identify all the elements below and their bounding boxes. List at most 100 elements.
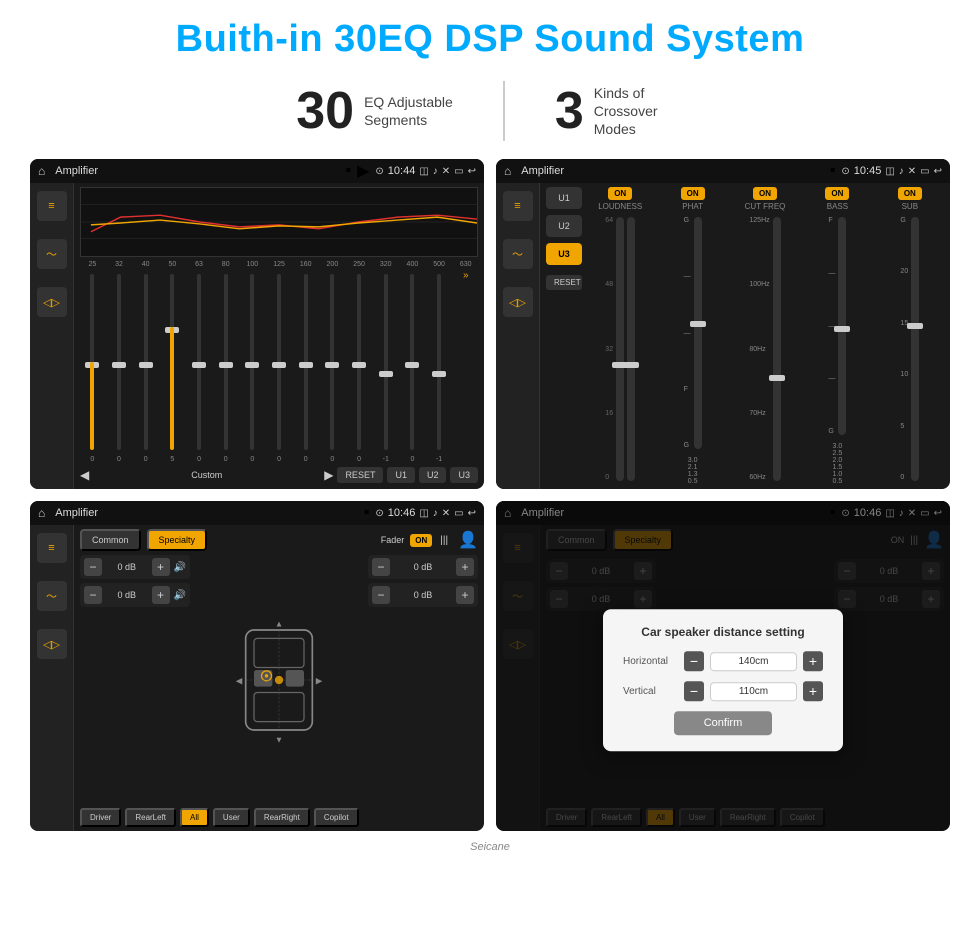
eq-freq-labels: 25 32 40 50 63 80 100 125 160 200 250 32… (80, 261, 478, 268)
eq-slider-col[interactable]: 0 (133, 270, 158, 463)
phat-slider[interactable] (694, 217, 702, 449)
fader-toggle[interactable]: ON (410, 534, 432, 547)
sub-slider[interactable] (911, 217, 919, 481)
close-icon-3: ✕ (442, 508, 450, 519)
eq-slider-col[interactable]: 0 (347, 270, 372, 463)
bass-toggle[interactable]: ON (825, 187, 849, 200)
vol-icon[interactable]: ◁▷ (37, 287, 67, 317)
screen1-title: Amplifier (55, 165, 339, 177)
record-icon: ▪ (345, 162, 351, 180)
home-icon[interactable]: ⌂ (38, 164, 45, 178)
eq-slider-col[interactable]: 5 (160, 270, 185, 463)
eq-icon[interactable]: ≡ (37, 191, 67, 221)
rear-right-btn[interactable]: RearRight (254, 808, 310, 827)
eq-icon-3[interactable]: ≡ (37, 533, 67, 563)
freq-label: 25 (80, 261, 105, 268)
vertical-row: Vertical − 110cm + (623, 681, 823, 701)
phat-toggle[interactable]: ON (681, 187, 705, 200)
eq-slider-col[interactable]: 0 (213, 270, 238, 463)
eq-slider-col[interactable]: 0 (293, 270, 318, 463)
sub-toggle[interactable]: ON (898, 187, 922, 200)
fader-label: Fader (381, 535, 405, 545)
loudness-slider2[interactable] (627, 217, 635, 481)
eq-slider-col[interactable]: 0 (267, 270, 292, 463)
freq-label: 500 (427, 261, 452, 268)
horizontal-value[interactable]: 140cm (710, 652, 797, 671)
vol-plus-topleft[interactable]: + (152, 558, 170, 576)
phat-sliders: G——FG (658, 213, 726, 453)
cutfreq-toggle[interactable]: ON (753, 187, 777, 200)
u3-preset[interactable]: U3 (546, 243, 582, 265)
vol-plus-bottomleft[interactable]: + (152, 586, 170, 604)
reset-button[interactable]: RESET (337, 467, 383, 483)
wave-icon[interactable]: 〜 (37, 239, 67, 269)
vol-minus-bottomleft[interactable]: − (84, 586, 102, 604)
all-btn[interactable]: All (180, 808, 209, 827)
eq-slider-col[interactable]: -1 (373, 270, 398, 463)
vol-minus-bottomright[interactable]: − (372, 586, 390, 604)
loudness-toggle[interactable]: ON (608, 187, 632, 200)
bottom-controls-1: ◀ Custom ▶ RESET U1 U2 U3 (80, 463, 478, 485)
wave-icon-2[interactable]: 〜 (503, 239, 533, 269)
vol-minus-topleft[interactable]: − (84, 558, 102, 576)
vol-row-topleft: − 0 dB + 🔊 (80, 555, 190, 579)
person-icon: 👤 (458, 530, 478, 550)
back-icon[interactable]: ↩ (468, 166, 476, 177)
eq-main: 25 32 40 50 63 80 100 125 160 200 250 32… (74, 183, 484, 489)
tab-common[interactable]: Common (80, 529, 141, 551)
eq-slider-col[interactable]: » (453, 270, 478, 463)
eq-slider-col[interactable]: 0 (400, 270, 425, 463)
tab-specialty[interactable]: Specialty (147, 529, 208, 551)
rear-left-btn[interactable]: RearLeft (125, 808, 176, 827)
cutfreq-sliders: 125Hz100Hz80Hz70Hz60Hz (731, 213, 799, 485)
driver-btn[interactable]: Driver (80, 808, 121, 827)
bass-slider[interactable] (838, 217, 846, 435)
statusbar-1: ⌂ Amplifier ▪ ▶ ⊙ 10:44 ◫ ♪ ✕ ▭ ↩ (30, 159, 484, 183)
eq-slider-col[interactable]: -1 (427, 270, 452, 463)
horizontal-minus[interactable]: − (684, 651, 704, 671)
back-icon-2[interactable]: ↩ (934, 166, 942, 177)
eq-icon-2[interactable]: ≡ (503, 191, 533, 221)
status-icons-3: ⊙ 10:46 ◫ ♪ ✕ ▭ ↩ (375, 507, 476, 519)
u3-button[interactable]: U3 (450, 467, 478, 483)
vertical-value[interactable]: 110cm (710, 682, 797, 701)
copilot-btn[interactable]: Copilot (314, 808, 359, 827)
back-icon-3[interactable]: ↩ (468, 508, 476, 519)
vol-minus-topright[interactable]: − (372, 558, 390, 576)
vol-icon-3[interactable]: ◁▷ (37, 629, 67, 659)
cutfreq-slider[interactable] (773, 217, 781, 481)
loudness-sliders: 644832160 (586, 213, 654, 485)
home-icon-3[interactable]: ⌂ (38, 506, 45, 520)
home-icon-2[interactable]: ⌂ (504, 164, 511, 178)
prev-arrow[interactable]: ◀ (80, 468, 89, 482)
eq-slider-col[interactable]: 0 (240, 270, 265, 463)
vertical-plus[interactable]: + (803, 681, 823, 701)
eq-slider-col[interactable]: 0 (80, 270, 105, 463)
u2-preset[interactable]: U2 (546, 215, 582, 237)
horizontal-plus[interactable]: + (803, 651, 823, 671)
confirm-button[interactable]: Confirm (674, 711, 773, 735)
reset-btn-2[interactable]: RESET (546, 275, 582, 290)
u2-button[interactable]: U2 (419, 467, 447, 483)
eq-slider-col[interactable]: 0 (187, 270, 212, 463)
sub-channel: ON SUB G20151050 (876, 187, 944, 485)
u1-button[interactable]: U1 (387, 467, 415, 483)
vertical-minus[interactable]: − (684, 681, 704, 701)
bass-channel: ON BASS F———G 3.02.52.01.51.00.5 (803, 187, 871, 485)
svg-text:▼: ▼ (275, 734, 283, 744)
loudness-slider[interactable] (616, 217, 624, 481)
user-btn[interactable]: User (213, 808, 250, 827)
wave-icon-3[interactable]: 〜 (37, 581, 67, 611)
vol-plus-topright[interactable]: + (456, 558, 474, 576)
u1-preset[interactable]: U1 (546, 187, 582, 209)
screen-crossover: ⌂ Amplifier ▪ ⊙ 10:45 ◫ ♪ ✕ ▭ ↩ ≡ 〜 ◁▷ U… (496, 159, 950, 489)
vol-plus-bottomright[interactable]: + (456, 586, 474, 604)
camera-icon-2: ◫ (885, 166, 894, 177)
vol-value-bottomright: 0 dB (394, 590, 452, 600)
eq-slider-col[interactable]: 0 (107, 270, 132, 463)
speaker-buttons-row: Driver RearLeft All User RearRight Copil… (80, 808, 478, 827)
status-icons-2: ⊙ 10:45 ◫ ♪ ✕ ▭ ↩ (841, 165, 942, 177)
vol-icon-2[interactable]: ◁▷ (503, 287, 533, 317)
next-arrow[interactable]: ▶ (324, 468, 333, 482)
eq-slider-col[interactable]: 0 (320, 270, 345, 463)
